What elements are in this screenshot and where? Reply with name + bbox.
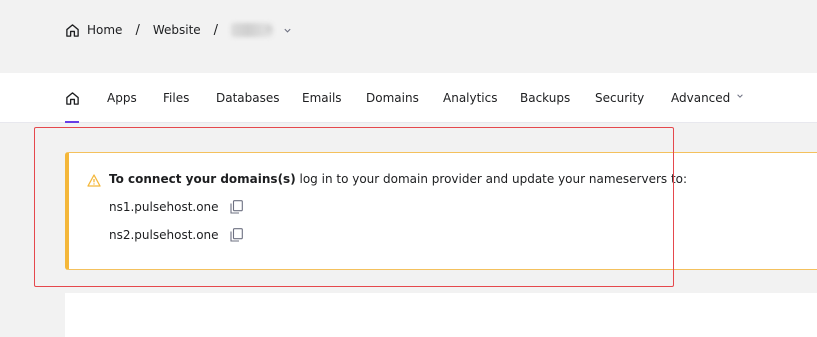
tab-label: Analytics <box>443 91 498 105</box>
tab-label: Apps <box>107 91 137 105</box>
breadcrumb-separator: / <box>213 22 219 38</box>
tab-label: Databases <box>216 91 280 105</box>
highlight-box <box>34 127 674 287</box>
tab-label: Domains <box>366 91 419 105</box>
tab-advanced[interactable]: Advanced <box>671 73 744 123</box>
tab-analytics[interactable]: Analytics <box>443 73 498 123</box>
tab-label: Advanced <box>671 91 731 105</box>
tab-label: Files <box>163 91 190 105</box>
tab-apps[interactable]: Apps <box>107 73 137 123</box>
breadcrumb-home[interactable]: Home <box>87 23 122 37</box>
breadcrumb-website[interactable]: Website <box>153 23 201 37</box>
content-card <box>65 293 817 337</box>
breadcrumb-site-name[interactable]: h <box>231 23 274 37</box>
home-icon <box>65 91 80 106</box>
tab-files[interactable]: Files <box>163 73 189 123</box>
chevron-down-icon <box>736 92 744 100</box>
tab-domains[interactable]: Domains <box>366 73 419 123</box>
tab-databases[interactable]: Databases <box>216 73 280 123</box>
breadcrumb: Home / Website / h <box>65 20 292 40</box>
tab-home[interactable] <box>64 73 80 123</box>
chevron-down-icon[interactable] <box>283 26 292 35</box>
tab-label: Security <box>595 91 645 105</box>
home-icon[interactable] <box>65 23 80 38</box>
tab-label: Emails <box>302 91 342 105</box>
tab-backups[interactable]: Backups <box>520 73 570 123</box>
main-nav: Apps Files Databases Emails Domains Anal… <box>0 73 817 123</box>
tab-emails[interactable]: Emails <box>302 73 342 123</box>
tab-security[interactable]: Security <box>595 73 644 123</box>
tab-label: Backups <box>520 91 571 105</box>
breadcrumb-separator: / <box>135 22 140 38</box>
